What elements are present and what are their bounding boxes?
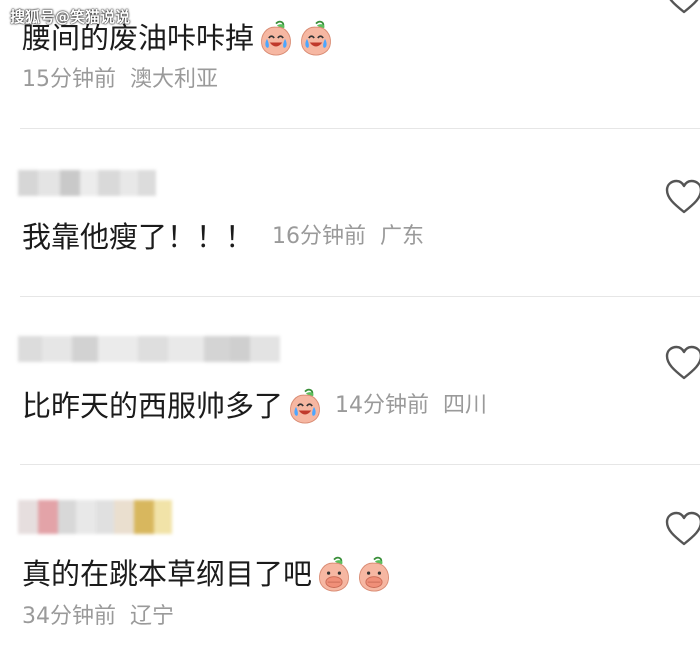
username-blurred — [18, 170, 156, 196]
comment-text-row: 比昨天的西服帅多了 14分钟前 四川 — [22, 388, 487, 424]
cover-mouth-peach-icon — [316, 556, 352, 592]
comment-item: 比昨天的西服帅多了 14分钟前 四川 — [0, 296, 700, 464]
comment-location: 澳大利亚 — [130, 67, 219, 92]
cry-laugh-peach-icon — [287, 388, 323, 424]
heart-outline-icon[interactable] — [664, 178, 700, 216]
comment-meta: 14分钟前 四川 — [335, 389, 487, 423]
comment-text-row: 真的在跳本草纲目了吧 — [22, 556, 392, 592]
comment-time: 15分钟前 — [22, 67, 116, 92]
comment-time: 16分钟前 — [272, 224, 367, 249]
comment-time: 34分钟前 — [22, 604, 116, 629]
comment-item: 我靠他瘦了！！！ 16分钟前 广东 — [0, 128, 700, 296]
comment-meta: 16分钟前 广东 — [272, 220, 424, 254]
comment-time: 14分钟前 — [335, 393, 430, 418]
cover-mouth-peach-icon — [356, 556, 392, 592]
comment-meta: 34分钟前 辽宁 — [22, 598, 174, 630]
comment-location: 辽宁 — [130, 604, 175, 629]
comment-location: 广东 — [380, 224, 425, 249]
comment-text: 我靠他瘦了！！！ — [22, 220, 255, 254]
comment-text: 真的在跳本草纲目了吧 — [22, 557, 313, 591]
cry-laugh-peach-icon — [258, 20, 294, 56]
username-blurred — [18, 336, 280, 362]
watermark: 搜狐号@笑猫说说 — [10, 8, 131, 26]
heart-outline-icon[interactable] — [664, 344, 700, 382]
comment-text-row: 我靠他瘦了！！！ 16分钟前 广东 — [22, 220, 424, 254]
cry-laugh-peach-icon — [298, 20, 334, 56]
comment-item: 真的在跳本草纲目了吧 34分钟前 辽宁 — [0, 464, 700, 648]
comment-meta: 15分钟前 澳大利亚 — [22, 61, 218, 93]
username-blurred — [18, 500, 172, 534]
heart-outline-icon[interactable] — [664, 510, 700, 548]
comment-location: 四川 — [443, 393, 488, 418]
comment-text: 比昨天的西服帅多了 — [22, 389, 284, 423]
